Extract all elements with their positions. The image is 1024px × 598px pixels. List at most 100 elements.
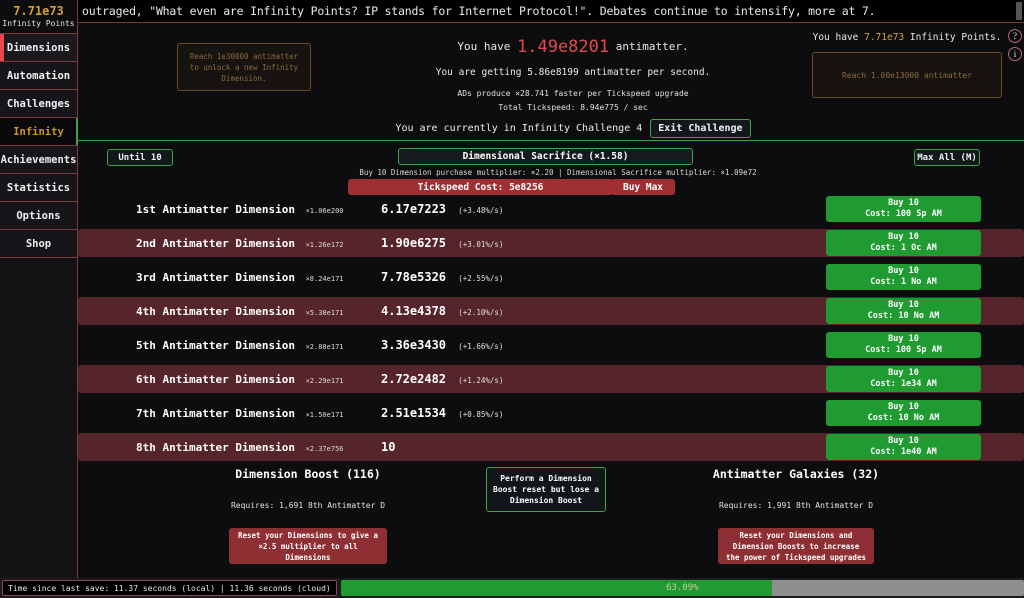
- dimension-name: 1st Antimatter Dimension ×1.06e200: [136, 203, 344, 216]
- buy-cost: Cost: 100 Sp AM: [865, 345, 942, 355]
- until-ten-button[interactable]: Until 10: [107, 149, 173, 166]
- buy-label: Buy 10: [888, 232, 919, 242]
- unlock-text: Reach 1e30000 antimatter to unlock a new…: [189, 51, 299, 83]
- game-window: outraged, "What even are Infinity Points…: [0, 0, 1024, 598]
- dimension-amount-text: 3.36e3430: [381, 338, 447, 352]
- infinity-goal-box: Reach 1.00e13000 antimatter: [812, 52, 1002, 98]
- dimension-name: 6th Antimatter Dimension ×2.29e171: [136, 373, 344, 386]
- buy-label: Buy 10: [888, 402, 919, 412]
- ip-panel-suffix: Infinity Points.: [909, 32, 1002, 43]
- antimatter-line: You have 1.49e8201 antimatter.: [378, 37, 768, 57]
- table-row: 4th Antimatter Dimension ×5.38e171 4.13e…: [78, 297, 1024, 325]
- infinity-dimension-unlock-box: Reach 1e30000 antimatter to unlock a new…: [177, 43, 311, 91]
- table-row: 5th Antimatter Dimension ×2.88e171 3.36e…: [78, 331, 1024, 359]
- buy-label: Buy 10: [888, 368, 919, 378]
- question-mark-icon[interactable]: ?: [1008, 29, 1022, 43]
- buy-dimension-button[interactable]: Buy 10 Cost: 10 No AM: [826, 400, 981, 426]
- sidebar-item-label: Infinity: [13, 125, 64, 138]
- save-status-text: Time since last save: 11.37 seconds (loc…: [2, 580, 337, 596]
- dimension-list: 1st Antimatter Dimension ×1.06e200 6.17e…: [78, 193, 1024, 461]
- sidebar-item-label: Dimensions: [6, 41, 71, 54]
- dimension-amount: 4.13e4378 (+2.10%/s): [381, 304, 503, 318]
- buy-dimension-button[interactable]: Buy 10 Cost: 1e40 AM: [826, 434, 981, 460]
- sidebar-item-options[interactable]: Options: [0, 202, 77, 230]
- sidebar-item-achievements[interactable]: Achievements: [0, 146, 77, 174]
- dimension-name: 8th Antimatter Dimension ×2.37e756: [136, 441, 344, 454]
- sidebar-item-shop[interactable]: Shop: [0, 230, 77, 258]
- dimension-amount: 1.90e6275 (+3.01%/s): [381, 236, 503, 250]
- buy-dimension-button[interactable]: Buy 10 Cost: 10 No AM: [826, 298, 981, 324]
- dimension-amount-text: 2.51e1534: [381, 406, 447, 420]
- ip-panel-prefix: You have: [812, 32, 859, 43]
- dimension-amount: 10: [381, 440, 400, 454]
- sidebar-item-dimensions[interactable]: Dimensions: [0, 34, 77, 62]
- sidebar-item-label: Challenges: [6, 97, 71, 110]
- dimension-amount: 7.78e5326 (+2.55%/s): [381, 270, 503, 284]
- dimension-name-text: 6th Antimatter Dimension: [136, 372, 295, 386]
- sidebar-item-label: Statistics: [6, 181, 71, 194]
- buy-dimension-button[interactable]: Buy 10 Cost: 1 Oc AM: [826, 230, 981, 256]
- table-row: 2nd Antimatter Dimension ×1.26e172 1.90e…: [78, 229, 1024, 257]
- dimension-name: 5th Antimatter Dimension ×2.88e171: [136, 339, 344, 352]
- dimension-boost-reset-button[interactable]: Reset your Dimensions to give a ×2.5 mul…: [229, 528, 387, 564]
- dimension-amount: 3.36e3430 (+1.66%/s): [381, 338, 503, 352]
- dimension-name: 4th Antimatter Dimension ×5.38e171: [136, 305, 344, 318]
- dimension-rate: (+3.48%/s): [458, 206, 504, 215]
- dimension-name: 7th Antimatter Dimension ×1.50e171: [136, 407, 344, 420]
- news-scrollbar[interactable]: [1016, 2, 1022, 20]
- ip-panel-value: 7.71e73: [864, 32, 905, 43]
- table-row: 3rd Antimatter Dimension ×8.24e171 7.78e…: [78, 263, 1024, 291]
- dimension-multiplier: ×5.38e171: [305, 308, 344, 317]
- sidebar-item-label: Options: [16, 209, 61, 222]
- buy-dimension-button[interactable]: Buy 10 Cost: 1e34 AM: [826, 366, 981, 392]
- dimension-name-text: 2nd Antimatter Dimension: [136, 236, 295, 250]
- dimension-name: 2nd Antimatter Dimension ×1.26e172: [136, 237, 344, 250]
- buy-cost: Cost: 1e40 AM: [870, 447, 937, 457]
- dimension-amount: 6.17e7223 (+3.48%/s): [381, 202, 503, 216]
- dimension-name-text: 3rd Antimatter Dimension: [136, 270, 295, 284]
- dimension-name-text: 5th Antimatter Dimension: [136, 338, 295, 352]
- dimension-rate: (+3.01%/s): [458, 240, 504, 249]
- buy-dimension-button[interactable]: Buy 10 Cost: 100 Sp AM: [826, 332, 981, 358]
- sidebar-item-label: Automation: [6, 69, 71, 82]
- antimatter-stats: You have 1.49e8201 antimatter. You are g…: [378, 37, 768, 114]
- infinity-goal-text: Reach 1.00e13000 antimatter: [841, 70, 973, 80]
- max-all-button[interactable]: Max All (M): [914, 149, 980, 166]
- sidebar-item-label: Achievements: [0, 153, 77, 166]
- buy-dimension-button[interactable]: Buy 10 Cost: 1 No AM: [826, 264, 981, 290]
- multiplier-info-line: Buy 10 Dimension purchase multiplier: ×2…: [359, 168, 757, 177]
- dimension-name-text: 8th Antimatter Dimension: [136, 440, 295, 454]
- antimatter-galaxies-title: Antimatter Galaxies (32): [712, 467, 880, 481]
- buy-cost: Cost: 1e34 AM: [870, 379, 937, 389]
- reset-section: Dimension Boost (116) Requires: 1,691 8t…: [78, 467, 1024, 579]
- dimension-name-text: 4th Antimatter Dimension: [136, 304, 295, 318]
- sidebar-item-challenges[interactable]: Challenges: [0, 90, 77, 118]
- buy-label: Buy 10: [888, 300, 919, 310]
- dimension-amount: 2.51e1534 (+0.85%/s): [381, 406, 503, 420]
- sidebar-item-infinity[interactable]: Infinity: [0, 118, 78, 146]
- progress-bar-label: 63.09%: [666, 583, 699, 593]
- sidebar-item-automation[interactable]: Automation: [0, 62, 77, 90]
- dimension-multiplier: ×2.88e171: [305, 342, 344, 351]
- challenge-status-text: You are currently in Infinity Challenge …: [395, 123, 643, 134]
- sidebar-item-statistics[interactable]: Statistics: [0, 174, 77, 202]
- news-ticker: outraged, "What even are Infinity Points…: [78, 0, 1024, 22]
- dimension-multiplier: ×1.06e200: [305, 206, 344, 215]
- help-icon-group: ? i: [1008, 29, 1022, 61]
- dimension-boost-title: Dimension Boost (116): [235, 467, 381, 481]
- antimatter-galaxy-reset-button[interactable]: Reset your Dimensions and Dimension Boos…: [718, 528, 874, 564]
- dimensional-sacrifice-button[interactable]: Dimensional Sacrifice (×1.58): [398, 148, 693, 165]
- antimatter-prefix: You have: [457, 40, 511, 53]
- buy-dimension-button[interactable]: Buy 10 Cost: 100 Sp AM: [826, 196, 981, 222]
- antimatter-suffix: antimatter.: [615, 40, 689, 53]
- exit-challenge-button[interactable]: Exit Challenge: [650, 119, 751, 138]
- progress-bar: 63.09%: [340, 580, 1024, 596]
- dimension-multiplier: ×2.37e756: [305, 444, 344, 453]
- buy-cost: Cost: 10 No AM: [867, 413, 940, 423]
- dimension-name: 3rd Antimatter Dimension ×8.24e171: [136, 271, 344, 284]
- dimension-amount-text: 10: [381, 440, 396, 454]
- info-icon[interactable]: i: [1008, 47, 1022, 61]
- dimension-amount: 2.72e2482 (+1.24%/s): [381, 372, 503, 386]
- buy-label: Buy 10: [888, 436, 919, 446]
- buy-cost: Cost: 10 No AM: [867, 311, 940, 321]
